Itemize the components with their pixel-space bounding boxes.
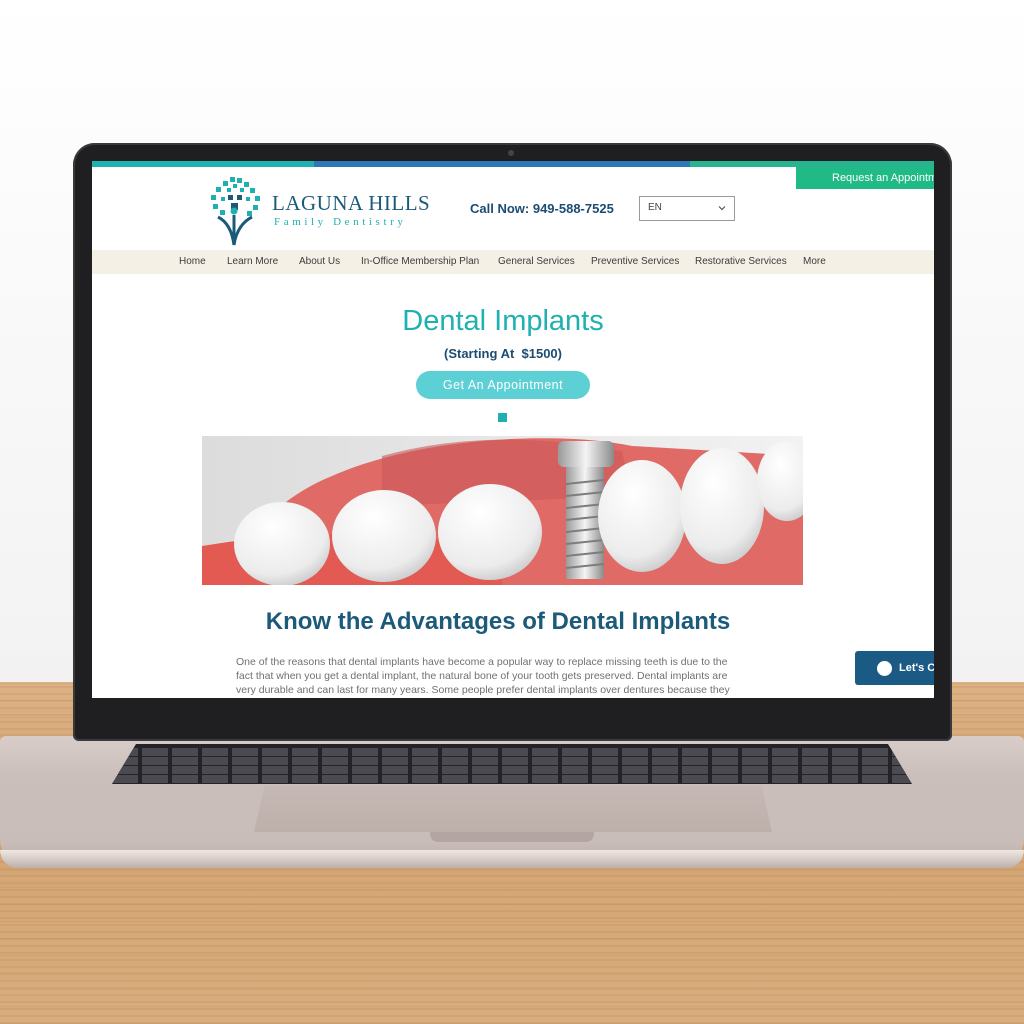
language-select[interactable]: EN — [639, 196, 735, 221]
nav-item-more[interactable]: More — [803, 256, 826, 267]
webcam-icon — [508, 150, 514, 156]
nav-item-general-services[interactable]: General Services — [498, 256, 575, 267]
paragraph-line: fact that when you get a dental implant,… — [236, 670, 728, 682]
nav-item-preventive-services[interactable]: Preventive Services — [591, 256, 679, 267]
chat-widget-button[interactable]: Let's Chat! — [855, 651, 934, 685]
call-now-phone[interactable]: Call Now: 949-588-7525 — [470, 201, 614, 216]
dental-implant-image — [202, 436, 803, 585]
section-heading: Know the Advantages of Dental Implants — [265, 608, 731, 635]
language-value: EN — [648, 202, 662, 213]
nav-item-membership-plan[interactable]: In-Office Membership Plan — [361, 256, 479, 267]
main-nav: Home Learn More About Us In-Office Membe… — [92, 250, 934, 274]
get-appointment-button[interactable]: Get An Appointment — [416, 371, 590, 399]
tree-logo-icon[interactable] — [204, 175, 266, 247]
chat-bubble-icon — [877, 661, 892, 676]
price-note: (Starting At $1500) — [444, 346, 562, 361]
brand-name[interactable]: LAGUNA HILLS — [272, 191, 430, 216]
laptop-front-edge — [0, 850, 1024, 868]
page-title: Dental Implants — [402, 305, 604, 337]
laptop-keyboard — [112, 744, 912, 784]
paragraph-line: One of the reasons that dental implants … — [236, 656, 728, 668]
laptop-trackpad — [254, 786, 772, 832]
nav-item-restorative-services[interactable]: Restorative Services — [695, 256, 787, 267]
request-appointment-button[interactable]: Request an Appointment — [796, 167, 934, 189]
advantages-paragraph: One of the reasons that dental implants … — [236, 655, 770, 697]
divider-square — [498, 413, 507, 422]
chat-label: Let's Chat! — [899, 662, 934, 674]
nav-item-learn-more[interactable]: Learn More — [227, 256, 278, 267]
brand-subtitle: Family Dentistry — [274, 216, 407, 228]
paragraph-line: very durable and can last for many years… — [236, 684, 730, 696]
laptop-notch — [430, 832, 594, 842]
nav-item-home[interactable]: Home — [179, 256, 206, 267]
browser-viewport: Request an Appointment LAGUNA HILLS Fami… — [92, 161, 934, 698]
nav-item-about-us[interactable]: About Us — [299, 256, 340, 267]
chevron-down-icon — [718, 206, 726, 211]
